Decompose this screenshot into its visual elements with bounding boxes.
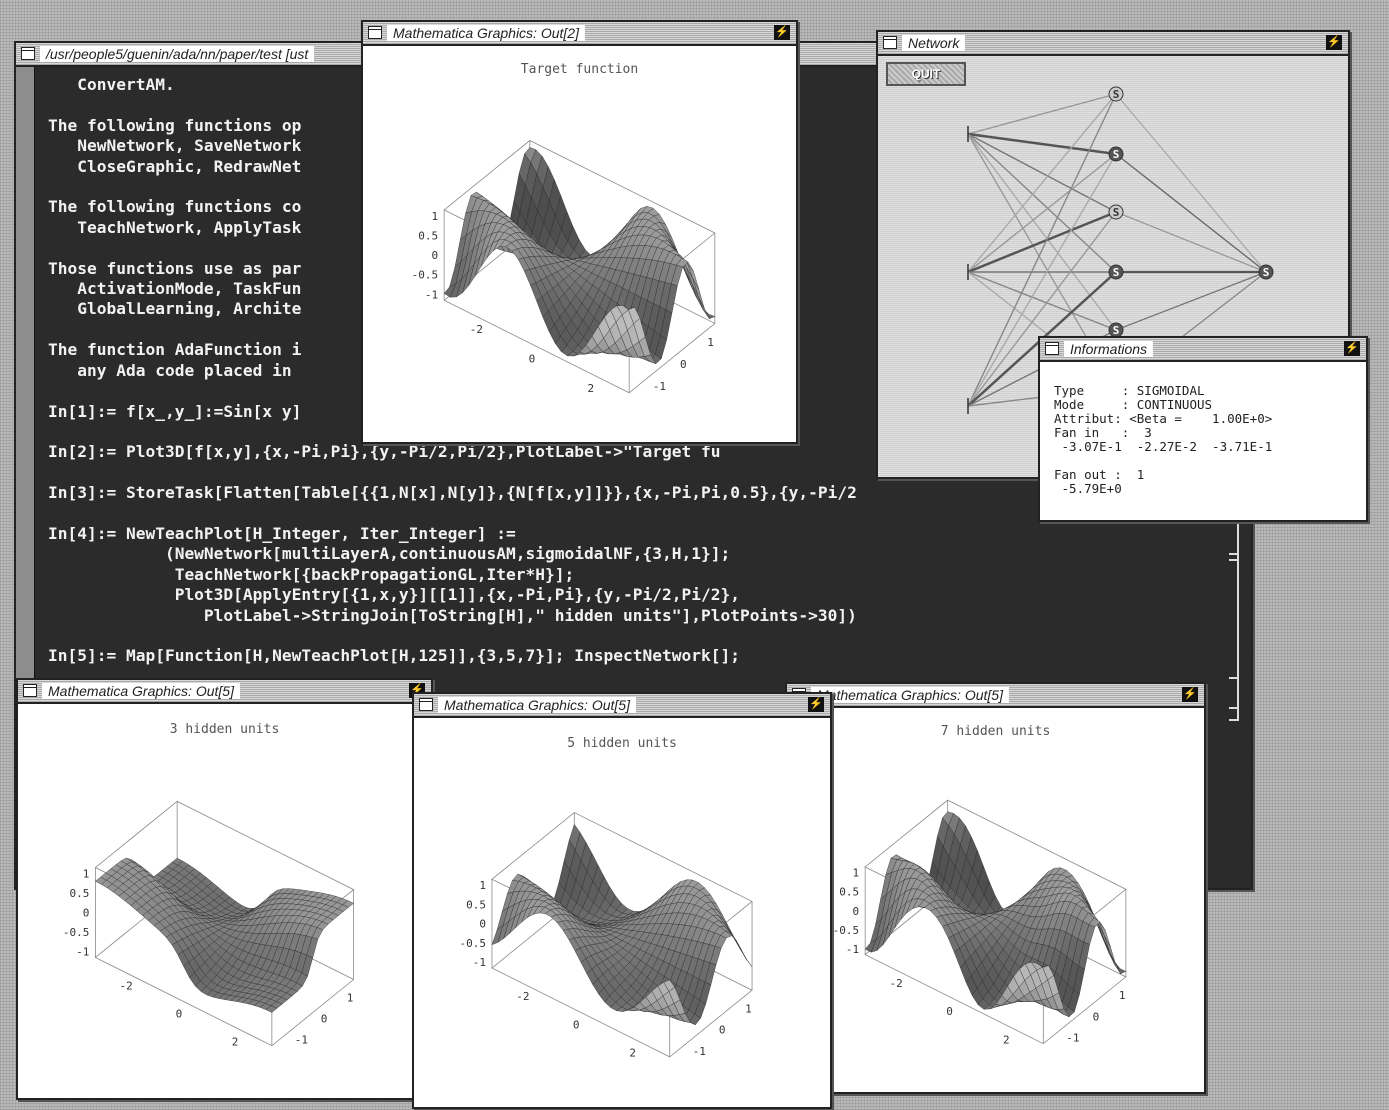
y-tick-label: 0 bbox=[1093, 1010, 1100, 1023]
node-label: S bbox=[1113, 88, 1120, 101]
window-menu-icon[interactable] bbox=[419, 698, 433, 711]
node-label: S bbox=[1263, 266, 1270, 279]
y-tick-label: 1 bbox=[707, 336, 714, 349]
surface-mesh bbox=[491, 812, 753, 1058]
z-tick-label: 0 bbox=[432, 249, 439, 262]
hidden5-plot-area: 5 hidden units 1 0.5 0 -0.5 -1 -2 0 2 1 0 -1 bbox=[414, 718, 830, 1107]
z-tick-label: 1 bbox=[479, 879, 486, 892]
x-tick-label: -2 bbox=[516, 990, 529, 1003]
hidden7-plot-area: 7 hidden units 1 0.5 0 -0.5 -1 -2 0 2 1 0 -1 bbox=[787, 708, 1204, 1092]
zoom-box-icon[interactable]: ⚡ bbox=[1326, 35, 1342, 50]
x-tick-label: 2 bbox=[1003, 1034, 1010, 1047]
hidden5-plot-window[interactable]: Mathematica Graphics: Out[5] ⚡ 5 hidden … bbox=[412, 692, 832, 1109]
y-tick-label: -1 bbox=[653, 380, 666, 393]
z-tick-label: 0 bbox=[83, 906, 90, 919]
surface-plot: 1 0.5 0 -0.5 -1 -2 0 2 1 0 -1 bbox=[833, 799, 1127, 1047]
window-menu-icon[interactable] bbox=[23, 684, 37, 697]
x-tick-label: -2 bbox=[470, 323, 483, 336]
y-tick-label: 0 bbox=[680, 358, 687, 371]
window-menu-icon[interactable] bbox=[883, 36, 897, 49]
informations-content: Type : SIGMOIDAL Mode : CONTINUOUS Attri… bbox=[1040, 362, 1366, 520]
x-tick-label: 0 bbox=[529, 353, 536, 366]
zoom-box-icon[interactable]: ⚡ bbox=[1344, 341, 1360, 356]
zoom-box-icon[interactable]: ⚡ bbox=[774, 25, 790, 40]
y-tick-label: 1 bbox=[1119, 989, 1126, 1002]
hidden3-titlebar[interactable]: Mathematica Graphics: Out[5] ⚡ bbox=[18, 680, 431, 704]
hidden3-title: Mathematica Graphics: Out[5] bbox=[42, 683, 240, 699]
surface-mesh bbox=[94, 800, 355, 1047]
z-tick-label: 1 bbox=[83, 867, 90, 880]
hidden5-titlebar[interactable]: Mathematica Graphics: Out[5] ⚡ bbox=[414, 694, 830, 718]
informations-titlebar[interactable]: Informations ⚡ bbox=[1040, 338, 1366, 362]
z-tick-label: -0.5 bbox=[63, 926, 90, 939]
node-label: S bbox=[1113, 266, 1120, 279]
z-tick-label: -0.5 bbox=[833, 924, 860, 937]
zoom-box-icon[interactable]: ⚡ bbox=[808, 697, 824, 712]
y-tick-label: -1 bbox=[693, 1045, 706, 1058]
z-tick-label: 0 bbox=[853, 905, 860, 918]
surface-mesh bbox=[443, 140, 716, 394]
y-tick-label: 0 bbox=[719, 1024, 726, 1037]
quit-button[interactable]: QUIT bbox=[886, 62, 966, 86]
z-tick-label: 1 bbox=[853, 867, 860, 880]
informations-title: Informations bbox=[1064, 341, 1154, 357]
x-tick-label: 0 bbox=[176, 1008, 183, 1021]
x-tick-label: -2 bbox=[119, 979, 132, 992]
z-tick-label: 0.5 bbox=[70, 887, 90, 900]
target-plot-title: Mathematica Graphics: Out[2] bbox=[387, 25, 585, 41]
hidden3-plot-window[interactable]: Mathematica Graphics: Out[5] ⚡ 3 hidden … bbox=[16, 678, 433, 1100]
plot-label: 7 hidden units bbox=[940, 724, 1051, 739]
x-tick-label: 0 bbox=[946, 1005, 953, 1018]
x-tick-label: 2 bbox=[629, 1047, 636, 1060]
z-tick-label: 0.5 bbox=[839, 886, 859, 899]
hidden7-plot-window[interactable]: Mathematica Graphics: Out[5] ⚡ 7 hidden … bbox=[785, 682, 1206, 1094]
x-tick-label: -2 bbox=[890, 977, 903, 990]
window-menu-icon[interactable] bbox=[1045, 342, 1059, 355]
x-tick-label: 2 bbox=[232, 1036, 239, 1049]
plot-label: Target function bbox=[520, 62, 639, 77]
z-tick-label: -0.5 bbox=[459, 937, 486, 950]
network-titlebar[interactable]: Network ⚡ bbox=[878, 32, 1348, 56]
z-tick-label: -1 bbox=[76, 946, 89, 959]
plot-label: 3 hidden units bbox=[169, 722, 280, 737]
surface-plot: 1 0.5 0 -0.5 -1 -2 0 2 1 0 -1 bbox=[63, 800, 355, 1049]
z-tick-label: -1 bbox=[425, 288, 438, 301]
surface-plot: 1 0.5 0 -0.5 -1 -2 0 2 1 0 -1 bbox=[412, 140, 716, 395]
hidden7-title: Mathematica Graphics: Out[5] bbox=[811, 687, 1009, 703]
target-plot-titlebar[interactable]: Mathematica Graphics: Out[2] ⚡ bbox=[363, 22, 796, 46]
surface-plot: 1 0.5 0 -0.5 -1 -2 0 2 1 0 -1 bbox=[459, 812, 753, 1060]
y-tick-label: 1 bbox=[745, 1002, 752, 1015]
window-menu-icon[interactable] bbox=[21, 47, 35, 60]
z-tick-label: 0.5 bbox=[418, 229, 438, 242]
hidden5-title: Mathematica Graphics: Out[5] bbox=[438, 697, 636, 713]
target-plot-area: Target function 1 0.5 0 -0.5 -1 -2 0 2 1 0 -1 bbox=[363, 46, 796, 442]
informations-window[interactable]: Informations ⚡ Type : SIGMOIDAL Mode : C… bbox=[1038, 336, 1368, 522]
node-label: S bbox=[1113, 148, 1120, 161]
z-tick-label: 0 bbox=[479, 918, 486, 931]
y-tick-label: -1 bbox=[295, 1034, 308, 1047]
zoom-box-icon[interactable]: ⚡ bbox=[1182, 687, 1198, 702]
plot-label: 5 hidden units bbox=[567, 736, 677, 751]
network-title: Network bbox=[902, 35, 966, 51]
y-tick-label: -1 bbox=[1066, 1032, 1079, 1045]
y-tick-label: 1 bbox=[347, 992, 354, 1005]
z-tick-label: -1 bbox=[473, 956, 486, 969]
z-tick-label: -0.5 bbox=[412, 269, 439, 282]
hidden3-plot-area: 3 hidden units 1 0.5 0 -0.5 -1 -2 0 2 1 0 -1 bbox=[18, 704, 431, 1098]
surface-mesh bbox=[864, 799, 1127, 1045]
x-tick-label: 0 bbox=[573, 1018, 580, 1031]
z-tick-label: 1 bbox=[432, 210, 439, 223]
notebook-title: /usr/people5/guenin/ada/nn/paper/test [u… bbox=[40, 46, 315, 62]
x-tick-label: 2 bbox=[588, 382, 595, 395]
window-menu-icon[interactable] bbox=[368, 26, 382, 39]
z-tick-label: -1 bbox=[846, 943, 859, 956]
target-plot-window[interactable]: Mathematica Graphics: Out[2] ⚡ Target fu… bbox=[361, 20, 798, 444]
node-label: S bbox=[1113, 206, 1120, 219]
z-tick-label: 0.5 bbox=[466, 898, 486, 911]
y-tick-label: 0 bbox=[321, 1013, 328, 1026]
informations-text: Type : SIGMOIDAL Mode : CONTINUOUS Attri… bbox=[1054, 383, 1273, 496]
cell-bracket[interactable] bbox=[1229, 677, 1239, 721]
hidden7-titlebar[interactable]: Mathematica Graphics: Out[5] ⚡ bbox=[787, 684, 1204, 708]
